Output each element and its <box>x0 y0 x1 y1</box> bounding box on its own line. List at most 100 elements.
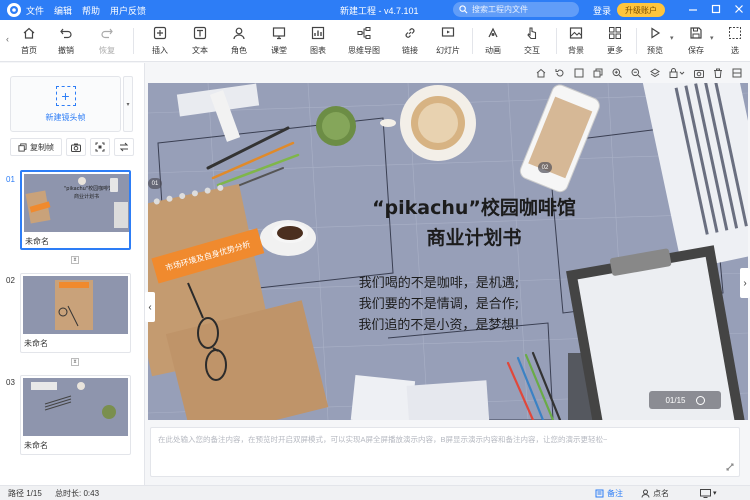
preview-dropdown-icon[interactable]: ▾ <box>670 34 674 42</box>
mindmap-button[interactable]: 思维导图 <box>344 25 384 56</box>
screenshot-icon[interactable] <box>694 68 704 78</box>
text-label: 文本 <box>192 46 208 55</box>
chart-icon <box>310 25 326 41</box>
plus-icon: + <box>55 85 76 106</box>
transition-icon[interactable]: ⧗ <box>71 358 79 366</box>
svg-text:商业计划书: 商业计划书 <box>74 193 99 200</box>
lock-dropdown-icon[interactable] <box>669 68 685 78</box>
menu-feedback[interactable]: 用户反馈 <box>110 4 146 17</box>
text-icon <box>192 25 208 41</box>
toolbar-scroll-left-icon[interactable]: ‹ <box>6 34 9 44</box>
camera-button[interactable] <box>66 138 86 156</box>
frame-marker-badge[interactable]: 02 <box>538 162 552 173</box>
maximize-icon[interactable] <box>711 3 721 15</box>
interact-button[interactable]: 交互 <box>514 25 550 56</box>
home-label: 首页 <box>21 46 37 55</box>
link-label: 链接 <box>402 46 418 55</box>
redo-icon <box>99 25 115 41</box>
role-button[interactable]: 角色 <box>221 25 257 56</box>
expand-icon[interactable] <box>726 463 734 471</box>
toolbar-divider <box>556 28 557 54</box>
role-icon <box>231 25 247 41</box>
home-button[interactable]: 首页 <box>11 25 47 56</box>
slide-canvas[interactable]: 市场环境及自身优势分析 “pikachu”校园咖啡馆 商业计划书 我们喝的不是咖… <box>145 83 750 420</box>
background-label: 背景 <box>568 46 584 55</box>
new-frame-dropdown-icon[interactable]: ▾ <box>123 76 133 132</box>
search-box[interactable]: 搜索工程内文件 <box>453 2 579 17</box>
next-frame-arrow-icon[interactable]: › <box>740 268 750 298</box>
layer-icon[interactable] <box>650 68 660 78</box>
mindmap-icon <box>356 25 372 41</box>
title-bar: 文件 编辑 帮助 用户反馈 新建工程 - v4.7.101 搜索工程内文件 登录… <box>0 0 750 20</box>
zoom-in-icon[interactable] <box>612 68 622 78</box>
save-dropdown-icon[interactable]: ▾ <box>710 34 714 42</box>
undo-label: 撤销 <box>58 46 74 55</box>
slide-body-text[interactable]: 我们喝的不是咖啡，是机遇; 我们要的不是情调，是合作; 我们追的不是小资，是梦想… <box>324 273 554 336</box>
classroom-button[interactable]: 课堂 <box>261 25 297 56</box>
classroom-icon <box>271 25 287 41</box>
prev-frame-arrow-icon[interactable]: ‹ <box>145 292 155 322</box>
background-button[interactable]: 背景 <box>558 25 594 56</box>
duplicate-icon[interactable] <box>593 68 603 78</box>
upgrade-button[interactable]: 升级账户 <box>617 3 665 17</box>
notes-toggle[interactable]: 备注 <box>595 488 623 499</box>
undo-button[interactable]: 撤销 <box>48 25 84 56</box>
delete-icon[interactable] <box>713 68 723 78</box>
insert-icon <box>152 25 168 41</box>
frame-thumbnail[interactable]: 未命名 <box>20 375 131 455</box>
animation-label: 动画 <box>485 46 501 55</box>
slideshow-button[interactable]: 幻灯片 <box>430 25 466 56</box>
thumbnail-image: "pikachu"校园咖啡馆 商业计划书 <box>24 174 129 232</box>
page-dot-icon[interactable] <box>695 395 705 405</box>
main-toolbar: ‹ 首页 撤销 恢复 插入 文本 角色 课堂 图表 思维导图 链接 幻灯片 动画… <box>0 20 750 62</box>
frame-thumbnail[interactable]: "pikachu"校园咖啡馆 商业计划书 未命名 <box>20 170 131 250</box>
thumbnail-name: 未命名 <box>24 441 48 450</box>
chart-button[interactable]: 图表 <box>300 25 336 56</box>
transition-icon[interactable]: ⧗ <box>71 256 79 264</box>
save-button[interactable]: 保存 <box>678 25 714 56</box>
close-icon[interactable] <box>734 3 744 15</box>
roll-call-toggle[interactable]: 点名 <box>641 488 669 499</box>
menu-help[interactable]: 帮助 <box>82 4 100 17</box>
select-button[interactable]: 选 <box>722 25 748 56</box>
notes-input[interactable]: 在此处输入您的备注内容，在预览时开启双屏模式，可以实现A屏全屏播放演示内容，B屏… <box>150 427 740 477</box>
notes-placeholder: 在此处输入您的备注内容，在预览时开启双屏模式，可以实现A屏全屏播放演示内容，B屏… <box>158 435 608 444</box>
frame-panel: + 新建镜头帧 ▾ 复制帧 01 "pikachu"校园咖啡馆 商业计划书 未命… <box>0 63 145 485</box>
login-link[interactable]: 登录 <box>593 4 611 17</box>
text-button[interactable]: 文本 <box>182 25 218 56</box>
group-icon[interactable] <box>574 68 584 78</box>
slide-title[interactable]: “pikachu”校园咖啡馆 商业计划书 <box>324 193 624 253</box>
body-line: 我们追的不是小资，是梦想! <box>358 318 520 333</box>
home-view-icon[interactable] <box>536 68 546 78</box>
minimize-icon[interactable] <box>688 3 698 15</box>
frame-marker-badge[interactable]: 01 <box>148 178 162 189</box>
interact-icon <box>524 25 540 41</box>
animation-button[interactable]: 动画 <box>475 25 511 56</box>
background-icon <box>568 25 584 41</box>
new-lens-frame-button[interactable]: + 新建镜头帧 <box>10 76 121 132</box>
swap-button[interactable] <box>114 138 134 156</box>
animation-icon <box>485 25 501 41</box>
fullscreen-toggle[interactable]: ▾ <box>700 488 717 498</box>
preview-button[interactable]: 预览 <box>637 25 673 56</box>
menu-file[interactable]: 文件 <box>26 4 44 17</box>
redo-button[interactable]: 恢复 <box>89 25 125 56</box>
frame-thumbnail[interactable]: 未命名 <box>20 273 131 353</box>
link-button[interactable]: 链接 <box>392 25 428 56</box>
menu-edit[interactable]: 编辑 <box>54 4 72 17</box>
more-button[interactable]: 更多 <box>597 25 633 56</box>
zoom-out-icon[interactable] <box>631 68 641 78</box>
status-bar: 路径 1/15 总时长: 0:43 备注 点名 ▾ <box>0 485 750 500</box>
screen-capture-button[interactable] <box>90 138 110 156</box>
window-controls <box>688 3 744 15</box>
toolbar-divider <box>133 28 134 54</box>
slide[interactable]: 市场环境及自身优势分析 “pikachu”校园咖啡馆 商业计划书 我们喝的不是咖… <box>148 83 748 420</box>
thumb-number: 03 <box>6 378 15 387</box>
align-icon[interactable] <box>732 68 742 78</box>
copy-frame-button[interactable]: 复制帧 <box>10 138 62 156</box>
link-icon <box>402 25 418 41</box>
rotate-icon[interactable] <box>555 68 565 78</box>
notes-icon <box>595 489 604 497</box>
insert-button[interactable]: 插入 <box>142 25 178 56</box>
thumbnail-name: 未命名 <box>25 237 49 246</box>
